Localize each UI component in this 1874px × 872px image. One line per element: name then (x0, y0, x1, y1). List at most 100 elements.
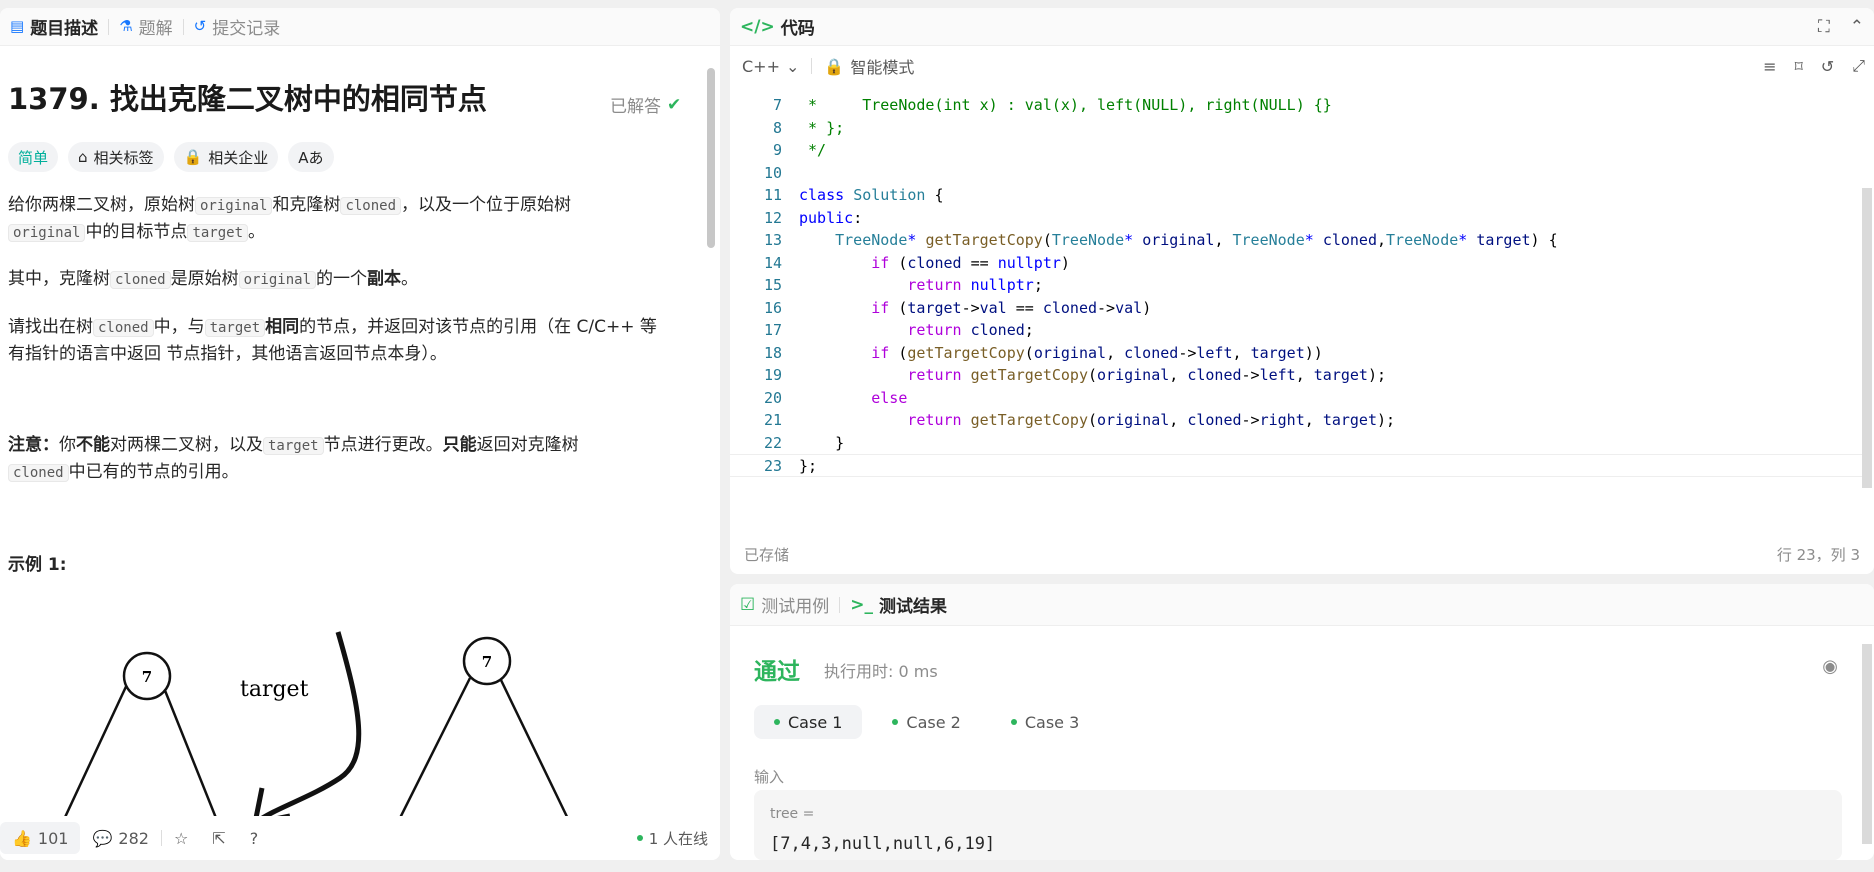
runtime-info: 执行用时: 0 ms (824, 662, 938, 681)
language-select[interactable]: C++ ⌄ (730, 57, 811, 76)
check-circle-icon: ✔ (667, 94, 682, 115)
results-tabbar: ☑ 测试用例 >_ 测试结果 (730, 584, 1874, 626)
help-button[interactable]: ? (238, 822, 271, 854)
case-label: Case 3 (1024, 712, 1080, 732)
star-icon: ☆ (173, 828, 189, 848)
history-icon: ↺ (193, 17, 207, 35)
node-label-right-root: 7 (482, 653, 492, 671)
companies-label: 相关企业 (208, 148, 269, 167)
companies-tag[interactable]: 🔒 相关企业 (173, 142, 279, 172)
fullscreen-icon[interactable]: ⛶ (1808, 17, 1840, 37)
test-results-panel: ☑ 测试用例 >_ 测试结果 通过 执行用时: 0 ms ◉ Case 1 Ca… (730, 584, 1874, 860)
comment-icon: 💬 (92, 828, 113, 848)
bookmark-icon[interactable]: ⌑ (1786, 57, 1812, 76)
result-status: 通过 (754, 659, 800, 685)
tab-code-label: 代码 (780, 19, 815, 39)
input-box: tree = [7,4,3,null,null,6,19] (754, 790, 1842, 860)
desc-paragraph-3: 请找出在树 cloned 中，与 target 相同的节点，并返回对该节点的引用（在 C… (8, 317, 657, 364)
mode-label: 智能模式 (850, 58, 915, 77)
mode-toggle[interactable]: 🔒 智能模式 (812, 54, 926, 78)
online-count: 1 人在线 (648, 829, 708, 848)
tab-submissions-label: 提交记录 (212, 19, 281, 39)
online-status: 1 人在线 (625, 822, 720, 854)
tab-submissions[interactable]: ↺ 提交记录 (184, 8, 291, 45)
format-icon[interactable]: ≡ (1754, 57, 1785, 76)
reset-icon[interactable]: ↺ (1812, 57, 1843, 76)
pass-dot-icon (892, 719, 899, 725)
case-tab-3[interactable]: Case 3 (991, 705, 1099, 739)
variable-value: [7,4,3,null,null,6,19] (770, 834, 996, 854)
problem-panel: ▤ 题目描述 ⚗ 题解 ↺ 提交记录 1379. 找出克隆二叉树中的相同节点 已… (0, 8, 720, 860)
tab-solutions[interactable]: ⚗ 题解 (109, 8, 182, 45)
thumbs-up-icon: 👍 (12, 828, 32, 848)
tab-description[interactable]: ▤ 题目描述 (0, 8, 108, 45)
font-tag[interactable]: Aあ (288, 142, 334, 172)
tab-solutions-label: 题解 (138, 19, 173, 39)
tab-description-label: 题目描述 (30, 19, 99, 39)
case-label: Case 2 (906, 712, 961, 732)
online-dot-icon (636, 835, 643, 841)
code-icon: </> (740, 16, 775, 37)
difficulty-label: 简单 (18, 148, 49, 167)
cursor-position: 行 23，列 3 (1776, 545, 1860, 564)
desc-paragraph-2: 其中，克隆树 cloned 是原始树 original 的一个副本。 (8, 269, 419, 289)
saved-status: 已存储 (744, 545, 790, 564)
editor-tabbar: </> 代码 ⛶ ⌃ (730, 8, 1874, 46)
editor-toolbar: C++ ⌄ 🔒 智能模式 ≡ ⌑ ↺ ⤢ (730, 48, 1874, 84)
like-count: 101 (37, 828, 69, 848)
document-icon: ▤ (10, 17, 25, 35)
case-tab-1[interactable]: Case 1 (754, 705, 863, 739)
variable-name: tree = (770, 806, 815, 822)
tag-icon: ⌂ (78, 148, 88, 166)
difficulty-tag[interactable]: 简单 (8, 142, 59, 172)
desc-note: 注意：你不能对两棵二叉树，以及 target 节点进行更改。只能返回对克隆树clon… (8, 435, 579, 482)
eye-icon[interactable]: ◉ (1822, 656, 1838, 677)
tab-test-result[interactable]: >_ 测试结果 (840, 584, 957, 625)
desc-paragraph-1: 给你两棵二叉树，原始树 original 和克隆树 cloned ，以及一个位于原始树 … (8, 195, 572, 242)
comment-count: 282 (118, 828, 149, 848)
tab-testcases[interactable]: ☑ 测试用例 (730, 584, 839, 625)
results-scrollbar[interactable] (1862, 644, 1872, 844)
font-label: Aあ (298, 148, 324, 167)
example-title: 示例 1: (8, 555, 67, 575)
topics-label: 相关标签 (93, 148, 154, 167)
code-content[interactable]: 7 * TreeNode(int x) : val(x), left(NULL)… (730, 94, 1864, 477)
pass-dot-icon (1010, 719, 1017, 725)
example-figure: 7 target 7 (59, 631, 594, 826)
favorite-button[interactable]: ☆ (162, 822, 200, 854)
share-button[interactable]: ⇱ (200, 822, 237, 854)
node-label-left-root: 7 (142, 668, 152, 686)
topics-tag[interactable]: ⌂ 相关标签 (68, 142, 164, 172)
like-button[interactable]: 👍 101 (0, 822, 81, 854)
comments-button[interactable]: 💬 282 (80, 822, 160, 854)
problem-tabbar: ▤ 题目描述 ⚗ 题解 ↺ 提交记录 (0, 8, 720, 46)
target-label: target (240, 677, 309, 702)
problem-tags: 简单 ⌂ 相关标签 🔒 相关企业 Aあ (8, 142, 334, 172)
case-tabs: Case 1 Case 2 Case 3 (754, 705, 1099, 739)
share-icon: ⇱ (212, 828, 226, 848)
help-icon: ? (249, 828, 259, 848)
input-label: 输入 (754, 768, 785, 786)
terminal-icon: >_ (850, 594, 873, 615)
pass-dot-icon (774, 719, 780, 725)
language-label: C++ (742, 56, 780, 76)
case-tab-2[interactable]: Case 2 (872, 705, 980, 739)
editor-status-bar: 已存储 行 23，列 3 (730, 534, 1874, 574)
case-label: Case 1 (788, 712, 843, 732)
solved-label: 已解答 (610, 97, 661, 117)
chevron-down-icon: ⌄ (785, 56, 800, 76)
editor-scrollbar[interactable] (1862, 188, 1872, 488)
lock-icon: 🔒 (183, 148, 203, 166)
problem-title: 1379. 找出克隆二叉树中的相同节点 (8, 82, 487, 116)
tab-code[interactable]: </> 代码 (730, 8, 825, 45)
lock-icon: 🔒 (824, 56, 845, 76)
tab-test-result-label: 测试结果 (879, 597, 947, 617)
problem-footer: 👍 101 💬 282 ☆ ⇱ ? 1 人在线 (0, 816, 720, 860)
expand-icon[interactable]: ⤢ (1843, 56, 1874, 76)
left-scrollbar[interactable] (707, 68, 715, 248)
collapse-icon[interactable]: ⌃ (1840, 17, 1874, 37)
code-editor-panel: </> 代码 ⛶ ⌃ C++ ⌄ 🔒 智能模式 ≡ ⌑ ↺ ⤢ 7 * Tree… (730, 8, 1874, 574)
checkbox-icon: ☑ (740, 594, 756, 615)
flask-icon: ⚗ (119, 17, 133, 35)
solved-status: 已解答 ✔ (610, 92, 682, 118)
